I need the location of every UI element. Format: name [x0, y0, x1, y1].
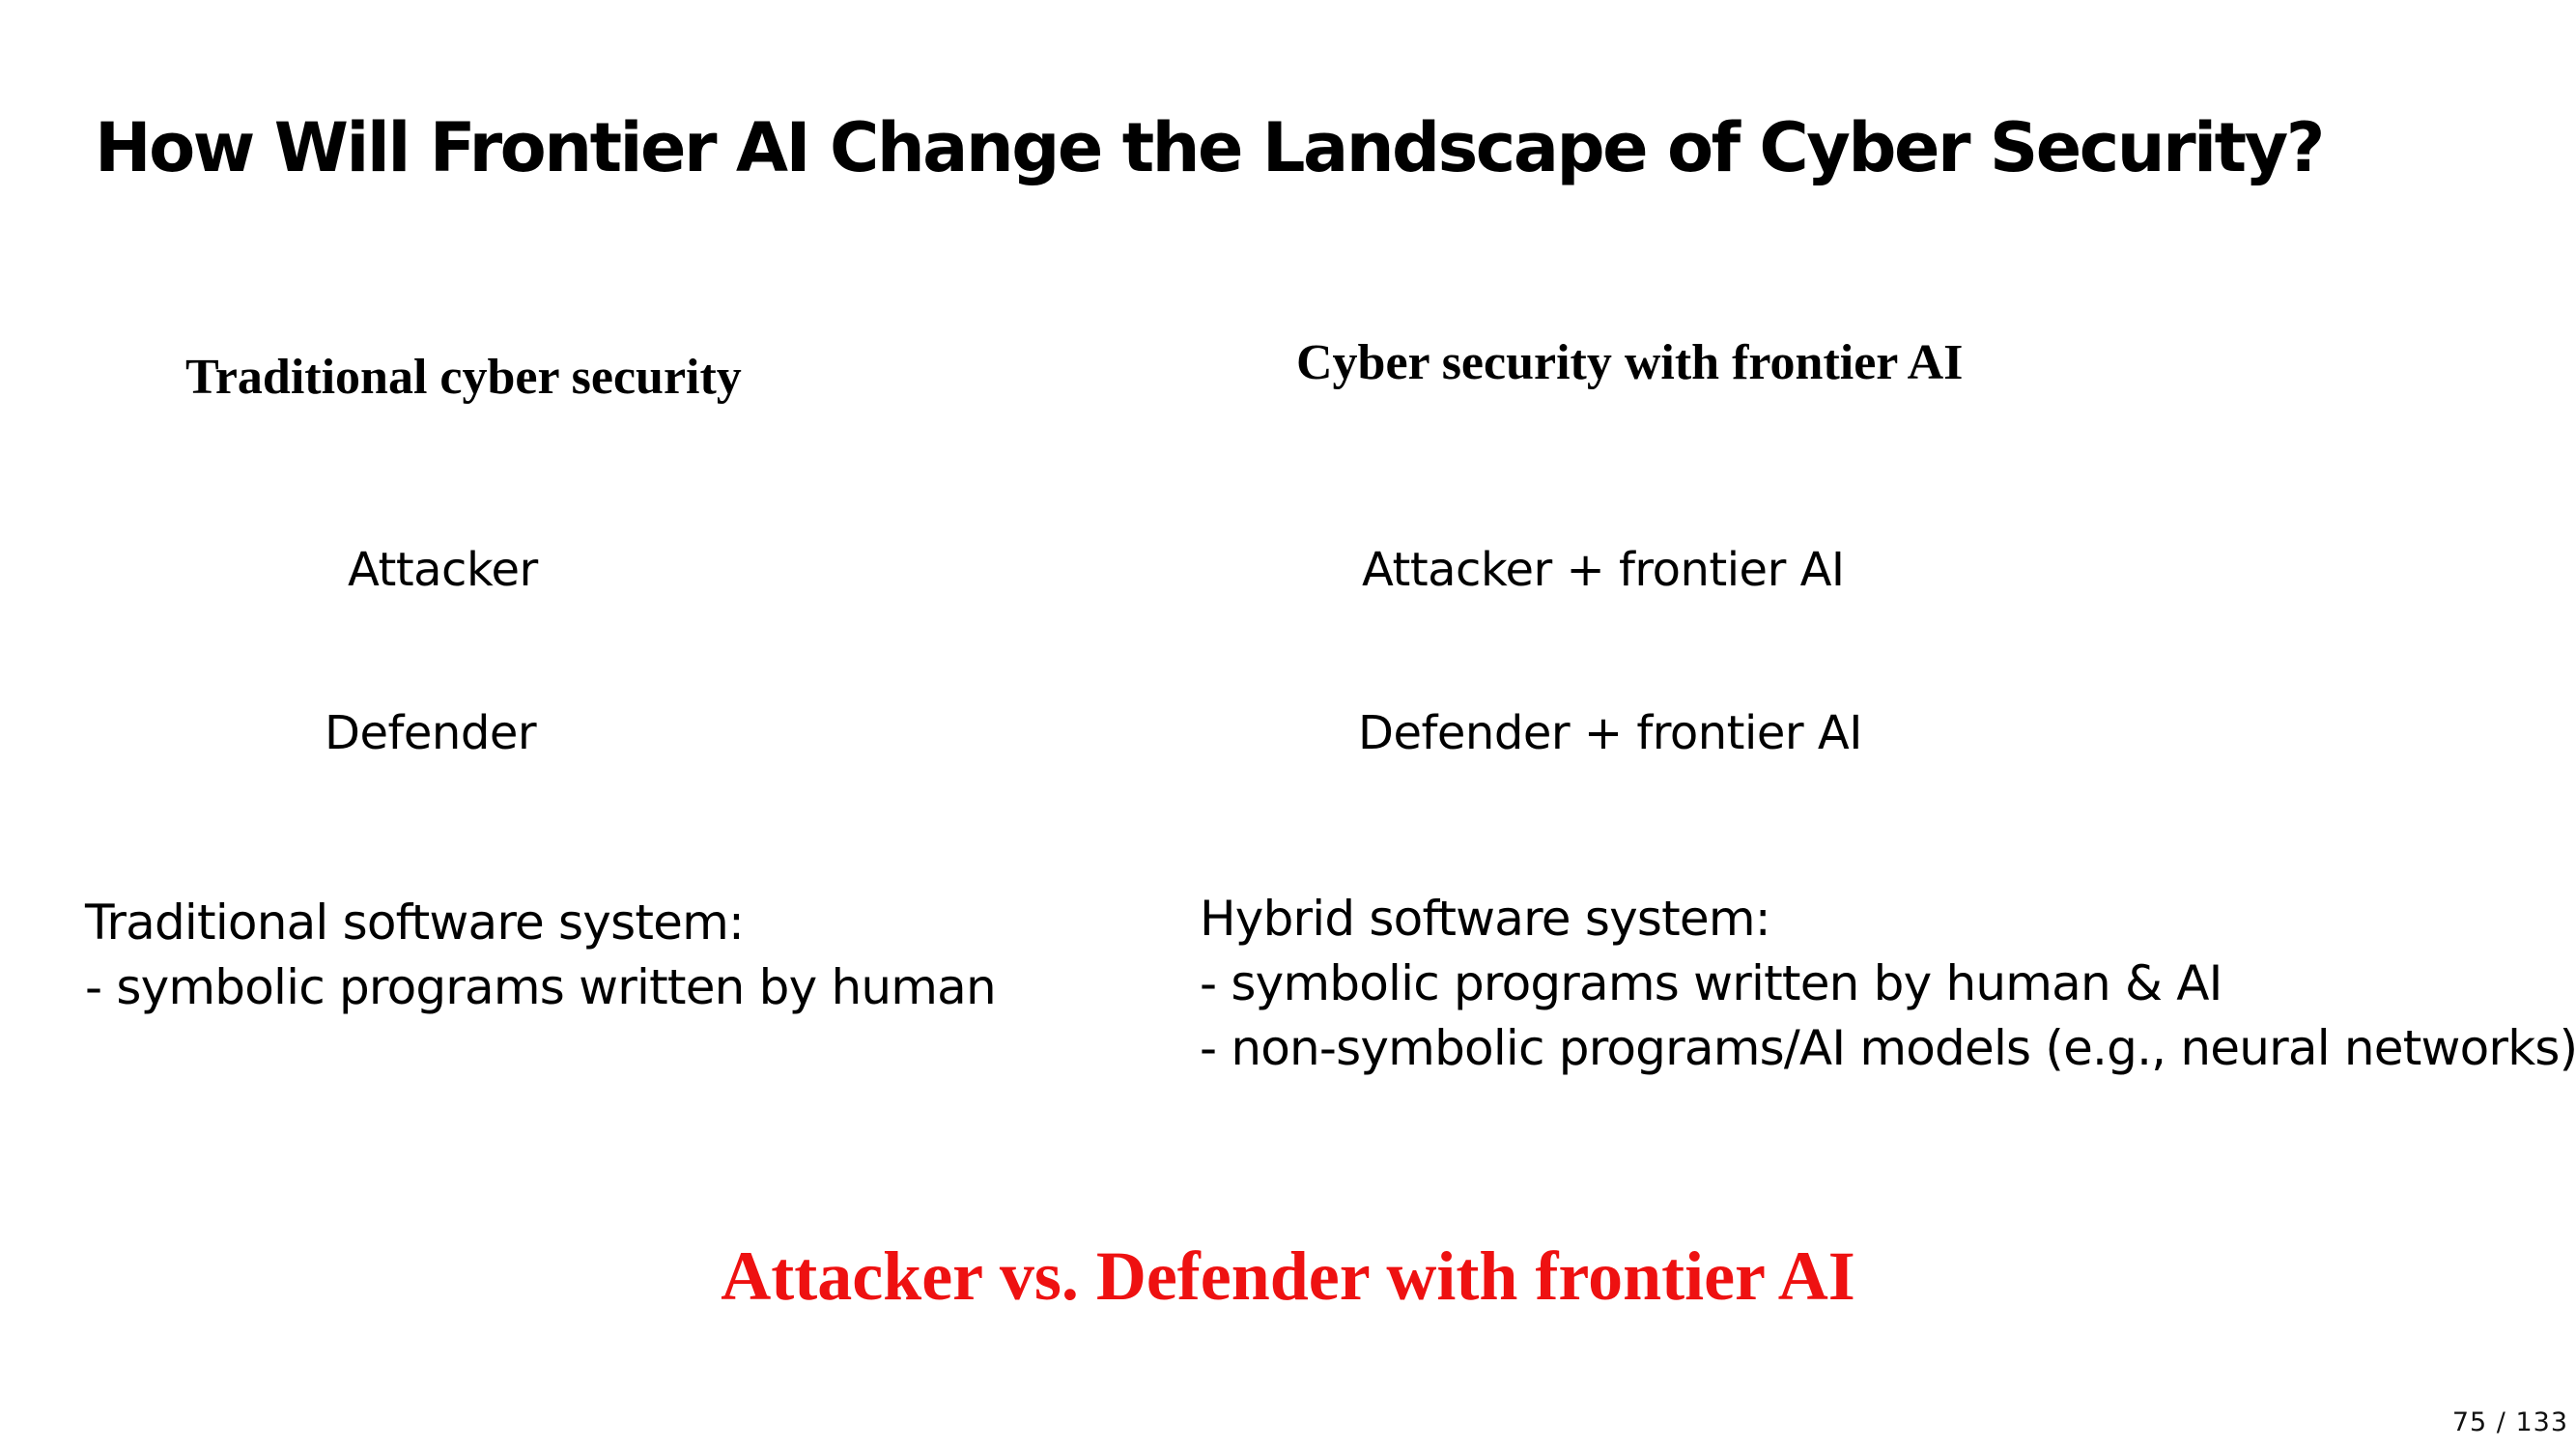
hybrid-system-description: Hybrid software system: - symbolic progr… [1200, 887, 2576, 1081]
ai-attacker-label: Attacker + frontier AI [1362, 543, 1845, 597]
hybrid-system-line: - non-symbolic programs/AI models (e.g.,… [1200, 1020, 2576, 1076]
page-counter: 75 / 133 [2451, 1407, 2568, 1437]
slide-canvas: How Will Frontier AI Change the Landscap… [0, 0, 2576, 1449]
hybrid-system-line: - symbolic programs written by human & A… [1200, 955, 2222, 1011]
right-column-heading: Cyber security with frontier AI [1296, 335, 1964, 390]
traditional-system-line: - symbolic programs written by human [85, 959, 997, 1015]
traditional-attacker-label: Attacker [348, 543, 538, 597]
slide-title: How Will Frontier AI Change the Landscap… [95, 108, 2325, 187]
hybrid-system-line: Hybrid software system: [1200, 891, 1771, 947]
conclusion-text: Attacker vs. Defender with frontier AI [721, 1237, 1855, 1315]
traditional-defender-label: Defender [325, 706, 537, 760]
traditional-system-description: Traditional software system: - symbolic … [85, 891, 997, 1020]
left-column-heading: Traditional cyber security [185, 350, 742, 405]
ai-defender-label: Defender + frontier AI [1358, 706, 1862, 760]
traditional-system-line: Traditional software system: [85, 895, 745, 951]
